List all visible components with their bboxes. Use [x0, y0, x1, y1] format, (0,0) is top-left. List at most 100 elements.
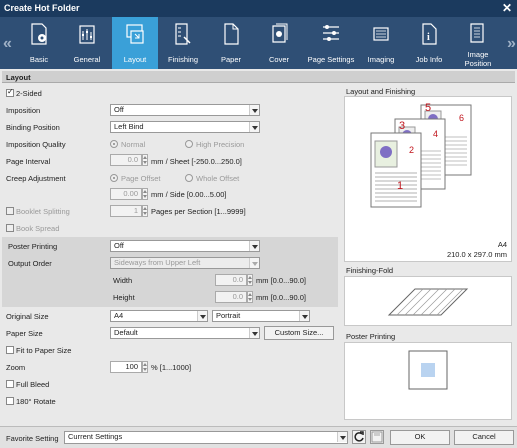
poster-printing-title: Poster Printing — [346, 332, 396, 341]
page-offset-label: Page Offset — [121, 174, 161, 183]
basic-icon — [31, 23, 47, 45]
width-stepper[interactable] — [247, 274, 253, 286]
height-input[interactable]: 0.0 — [215, 291, 247, 303]
whole-offset-radio[interactable] — [185, 174, 193, 182]
tab-label: Layout — [123, 55, 147, 64]
tab-finishing[interactable]: Finishing — [160, 17, 206, 69]
refresh-icon — [354, 431, 364, 442]
tab-imaging[interactable]: Imaging — [358, 17, 404, 69]
width-input[interactable]: 0.0 — [215, 274, 247, 286]
tab-label: Finishing — [167, 55, 198, 64]
height-label: Height — [113, 293, 135, 302]
page-number: 2 — [409, 145, 414, 155]
tab-layout[interactable]: Layout — [112, 17, 158, 69]
page-number: 3 — [399, 120, 405, 132]
width-unit: mm [0.0...90.0] — [256, 276, 307, 285]
tab-paper[interactable]: Paper — [208, 17, 254, 69]
booklet-splitting-input[interactable]: 1 — [110, 205, 142, 217]
whole-offset-label: Whole Offset — [196, 174, 240, 183]
tab-label: Job Info — [415, 55, 443, 64]
custom-size-button[interactable]: Custom Size... — [264, 326, 334, 340]
page-offset-radio[interactable] — [110, 174, 118, 182]
chevron-down-icon — [249, 328, 259, 338]
creep-unit: mm / Side [0.00...5.00] — [151, 190, 227, 199]
chevron-down-icon — [249, 122, 259, 132]
favorite-setting-select[interactable]: Current Settings — [64, 431, 348, 444]
zoom-label: Zoom — [6, 363, 26, 372]
page-interval-unit: mm / Sheet [-250.0...250.0] — [151, 157, 242, 166]
paper-size-select[interactable]: Default — [110, 327, 260, 339]
paper-name: A4 — [497, 240, 507, 249]
booklet-splitting-stepper[interactable] — [142, 205, 148, 217]
footer-bar: Favorite Setting Current Settings OK Can… — [0, 426, 517, 448]
normal-radio-label: Normal — [121, 140, 146, 149]
two-sided-checkbox[interactable] — [6, 87, 14, 97]
fit-to-paper-label: Fit to Paper Size — [16, 346, 72, 355]
page-number: 5 — [425, 102, 431, 114]
two-sided-label: 2-Sided — [16, 89, 42, 98]
rotate-label: 180° Rotate — [16, 397, 56, 406]
tab-general[interactable]: General — [64, 17, 110, 69]
booklet-splitting-checkbox[interactable] — [6, 207, 14, 215]
chevron-down-icon — [249, 258, 259, 268]
page-number: 1 — [397, 180, 403, 192]
fit-to-paper-checkbox[interactable] — [6, 346, 14, 354]
orientation-select[interactable]: Portrait — [212, 310, 310, 322]
tab-job-info[interactable]: i Job Info — [406, 17, 452, 69]
output-order-select[interactable]: Sideways from Upper Left — [110, 257, 260, 269]
front-page: 1 2 — [370, 132, 422, 208]
chevron-down-icon — [299, 311, 309, 321]
create-hot-folder-window: Create Hot Folder ✕ « » Basic General La… — [0, 0, 517, 448]
finishing-icon — [175, 23, 191, 45]
refresh-button[interactable] — [352, 430, 366, 444]
section-title: Layout — [6, 73, 31, 82]
zoom-input[interactable]: 100 — [110, 361, 142, 373]
svg-text:i: i — [427, 32, 430, 43]
tab-label: Paper — [220, 55, 241, 64]
height-stepper[interactable] — [247, 291, 253, 303]
tab-cover[interactable]: Cover — [256, 17, 302, 69]
creep-input[interactable]: 0.00 — [110, 188, 142, 200]
page-number: 6 — [459, 113, 464, 123]
tab-image-position[interactable]: Image Position — [454, 17, 502, 69]
save-favorite-button[interactable] — [370, 430, 384, 444]
chevron-down-icon — [197, 311, 207, 321]
imposition-select[interactable]: Off — [110, 104, 260, 116]
tab-label: Image Position — [464, 50, 492, 68]
poster-printing-label: Poster Printing — [8, 242, 58, 251]
book-spread-checkbox[interactable] — [6, 224, 14, 232]
poster-printing-select[interactable]: Off — [110, 240, 260, 252]
rotate-checkbox[interactable] — [6, 397, 14, 405]
general-icon — [79, 25, 95, 44]
tab-page-settings[interactable]: Page Settings — [304, 17, 358, 69]
creep-stepper[interactable] — [142, 188, 148, 200]
tab-basic[interactable]: Basic — [16, 17, 62, 69]
title-bar: Create Hot Folder ✕ — [0, 0, 517, 17]
page-interval-stepper[interactable] — [142, 154, 148, 166]
page-interval-label: Page Interval — [6, 157, 51, 166]
tab-ribbon: « » Basic General Layout Finishing Paper… — [0, 17, 517, 69]
close-icon[interactable]: ✕ — [502, 1, 512, 15]
height-unit: mm [0.0...90.0] — [256, 293, 307, 302]
cancel-button[interactable]: Cancel — [454, 430, 514, 445]
chevron-down-icon — [337, 432, 347, 442]
high-precision-radio[interactable] — [185, 140, 193, 148]
layout-preview: 5 6 3 4 1 2 A4 210.0 x 297.0 mm — [344, 96, 512, 262]
zoom-stepper[interactable] — [142, 361, 148, 373]
booklet-splitting-label: Booklet Splitting — [16, 207, 70, 216]
page-interval-input[interactable]: 0.0 — [110, 154, 142, 166]
scroll-left-icon[interactable]: « — [3, 35, 12, 53]
job-info-icon: i — [422, 23, 437, 45]
finishing-fold-preview — [344, 276, 512, 326]
binding-position-select[interactable]: Left Bind — [110, 121, 260, 133]
normal-radio[interactable] — [110, 140, 118, 148]
full-bleed-label: Full Bleed — [16, 380, 50, 389]
scroll-right-icon[interactable]: » — [507, 35, 516, 53]
tab-label: General — [73, 55, 101, 64]
ok-button[interactable]: OK — [390, 430, 450, 445]
fold-illustration — [387, 288, 469, 316]
poster-printing-preview — [344, 342, 512, 420]
window-title: Create Hot Folder — [4, 3, 80, 13]
full-bleed-checkbox[interactable] — [6, 380, 14, 388]
original-size-select[interactable]: A4 — [110, 310, 208, 322]
